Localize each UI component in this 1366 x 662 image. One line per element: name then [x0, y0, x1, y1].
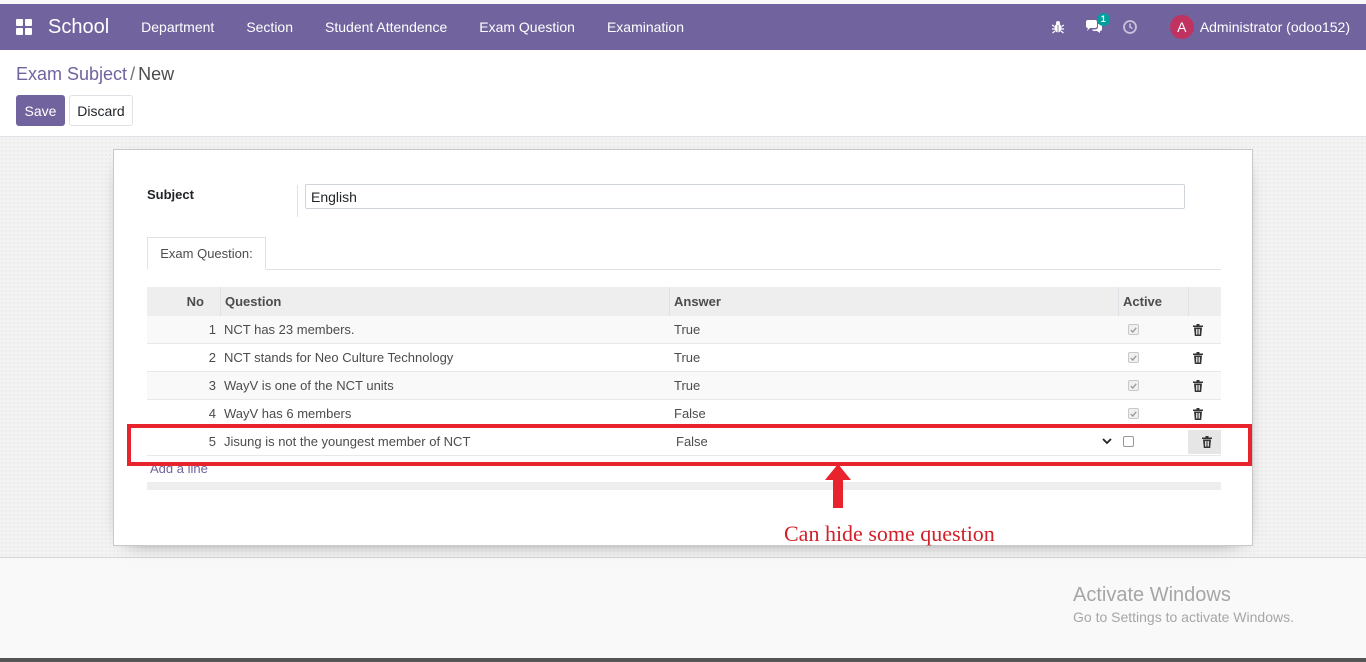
- control-panel: Exam Subject / New Save Discard: [0, 50, 1366, 137]
- row-answer[interactable]: True: [669, 378, 1118, 393]
- tab-exam-question[interactable]: Exam Question:: [147, 237, 266, 270]
- row-no: 3: [208, 378, 216, 393]
- app-brand[interactable]: School: [48, 16, 109, 39]
- subject-label: Subject: [147, 187, 194, 202]
- table-row[interactable]: 3 WayV is one of the NCT units True: [147, 372, 1221, 400]
- tabs-divider: [147, 269, 1221, 270]
- breadcrumb-separator: /: [130, 64, 136, 84]
- row-no: 1: [208, 322, 216, 337]
- table-row[interactable]: 2 NCT stands for Neo Culture Technology …: [147, 344, 1221, 372]
- row-answer[interactable]: True: [669, 322, 1118, 337]
- breadcrumb-current: New: [138, 64, 175, 84]
- menu-exam-question[interactable]: Exam Question: [463, 19, 591, 35]
- active-checkbox[interactable]: [1128, 380, 1139, 391]
- debug-bug-icon[interactable]: [1046, 15, 1070, 39]
- save-button[interactable]: Save: [16, 95, 65, 126]
- windows-watermark-subtitle: Go to Settings to activate Windows.: [1073, 609, 1294, 625]
- menu-examination[interactable]: Examination: [591, 19, 700, 35]
- annotation-text: Can hide some question: [784, 521, 995, 546]
- menu-section[interactable]: Section: [230, 19, 309, 35]
- row-answer[interactable]: True: [669, 350, 1118, 365]
- page-bottom-border: [0, 658, 1366, 662]
- apps-menu-icon[interactable]: [16, 19, 32, 35]
- chat-badge: 1: [1096, 13, 1110, 26]
- field-divider: [297, 185, 298, 217]
- top-navbar: School Department Section Student Attend…: [0, 4, 1366, 50]
- column-header-question[interactable]: Question: [220, 294, 669, 309]
- subject-input[interactable]: English: [305, 184, 1185, 209]
- table-row[interactable]: 1 NCT has 23 members. True: [147, 316, 1221, 344]
- column-header-active[interactable]: Active: [1118, 294, 1188, 309]
- delete-row-trash-icon[interactable]: [1192, 351, 1204, 364]
- header-separator: [1188, 287, 1189, 316]
- discard-button[interactable]: Discard: [69, 95, 133, 126]
- breadcrumb: Exam Subject / New: [16, 64, 174, 85]
- row-answer[interactable]: False: [669, 406, 1118, 421]
- active-checkbox[interactable]: [1128, 352, 1139, 363]
- user-avatar[interactable]: A: [1169, 15, 1194, 39]
- row-question[interactable]: WayV has 6 members: [220, 406, 669, 421]
- table-footer: [147, 482, 1221, 490]
- annotation-highlight-box: [127, 424, 1252, 466]
- annotation-arrow-up-icon: [825, 464, 851, 508]
- header-separator: [669, 287, 670, 316]
- delete-row-trash-icon[interactable]: [1192, 407, 1204, 420]
- active-checkbox[interactable]: [1128, 408, 1139, 419]
- row-question[interactable]: WayV is one of the NCT units: [220, 378, 669, 393]
- form-sheet: Subject English Exam Question: No Questi…: [113, 149, 1253, 546]
- menu-student-attendence[interactable]: Student Attendence: [309, 19, 463, 35]
- column-header-no[interactable]: No: [147, 294, 220, 309]
- activity-clock-icon[interactable]: [1118, 15, 1142, 39]
- row-question[interactable]: NCT has 23 members.: [220, 322, 669, 337]
- menu-department[interactable]: Department: [125, 19, 230, 35]
- active-checkbox[interactable]: [1128, 324, 1139, 335]
- row-no: 4: [208, 406, 216, 421]
- delete-row-trash-icon[interactable]: [1192, 323, 1204, 336]
- column-header-answer[interactable]: Answer: [669, 294, 1118, 309]
- delete-row-trash-icon[interactable]: [1192, 379, 1204, 392]
- breadcrumb-parent[interactable]: Exam Subject: [16, 64, 127, 84]
- row-question[interactable]: NCT stands for Neo Culture Technology: [220, 350, 669, 365]
- windows-watermark-title: Activate Windows: [1073, 584, 1231, 606]
- header-separator: [220, 287, 221, 316]
- messaging-chat-icon[interactable]: 1: [1082, 13, 1110, 39]
- table-header: No Question Answer Active: [147, 287, 1221, 316]
- row-no: 2: [208, 350, 216, 365]
- header-separator: [1118, 287, 1119, 316]
- user-menu[interactable]: Administrator (odoo152): [1200, 19, 1350, 35]
